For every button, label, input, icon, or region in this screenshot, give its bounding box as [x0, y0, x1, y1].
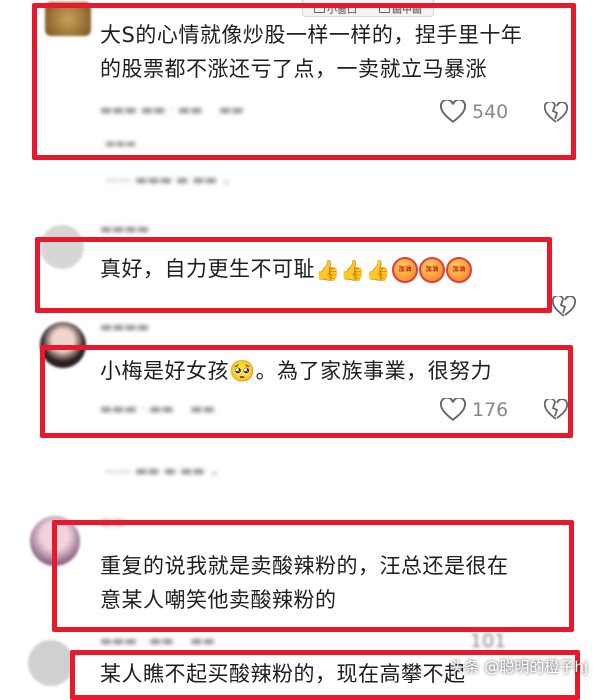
- comment-meta: ▬▬▬ · ▬▬ ▬▬: [100, 634, 215, 649]
- highlight-box: [40, 345, 573, 438]
- highlight-box: [35, 237, 552, 313]
- username: ▬▬▬▬: [100, 222, 150, 237]
- highlight-box: [52, 520, 574, 632]
- highlight-box: [32, 3, 576, 160]
- dislike-icon[interactable]: [552, 296, 576, 318]
- avatar[interactable]: [28, 640, 74, 686]
- like-button[interactable]: 101: [470, 630, 506, 652]
- watermark: 头条 @聪明的橙子hj: [449, 658, 588, 676]
- username: ▬▬▬▬: [100, 320, 150, 335]
- expand-replies[interactable]: —— ▬▬ ▬ ▬▬ ⌄: [105, 464, 220, 479]
- expand-replies[interactable]: —— ▬▬▬ ▬ ▬▬ ⌄: [105, 173, 232, 188]
